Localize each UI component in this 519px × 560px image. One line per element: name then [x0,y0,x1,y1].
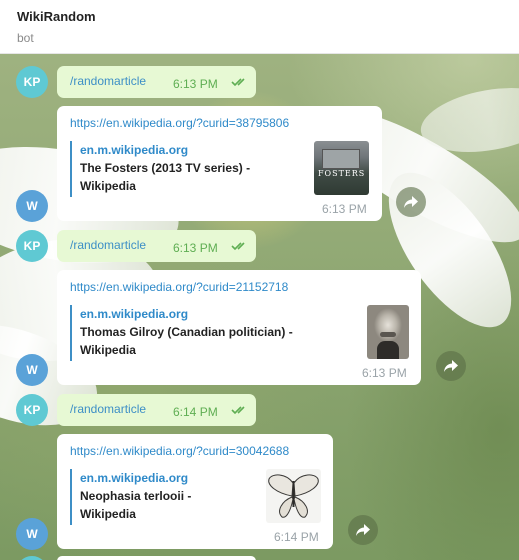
link-preview[interactable]: en.m.wikipedia.org Thomas Gilroy (Canadi… [70,305,293,361]
double-check-icon [231,406,245,415]
link-preview[interactable]: en.m.wikipedia.org Neophasia terlooii - … [70,469,191,525]
butterfly-image [268,474,319,518]
share-button[interactable] [348,515,378,545]
outgoing-message[interactable]: /randomarticle 6:14 PM [57,394,256,426]
preview-title-2: Wikipedia [80,343,136,357]
outgoing-message[interactable]: /randomarticle 6:13 PM [57,230,256,262]
share-icon [444,360,458,372]
command-link[interactable]: /randomarticle [70,238,146,252]
message-time: 6:14 PM [274,530,319,544]
preview-title: The Fosters (2013 TV series) - [80,161,251,175]
preview-title-2: Wikipedia [80,179,136,193]
chat-header[interactable]: WikiRandom bot [0,0,519,54]
double-check-icon [231,242,245,251]
thumbnail-caption: FOSTERS [318,169,366,178]
bot-avatar[interactable]: W [16,190,48,222]
preview-title: Thomas Gilroy (Canadian politician) - [80,325,293,339]
article-thumbnail[interactable] [367,305,409,359]
user-avatar[interactable]: KP [16,394,48,426]
article-thumbnail[interactable]: FOSTERS [314,141,369,195]
bot-avatar[interactable]: W [16,354,48,386]
preview-site: en.m.wikipedia.org [80,471,189,485]
incoming-message[interactable]: https://en.wikipedia.org/?curid=30042688… [57,434,333,549]
share-button[interactable] [396,187,426,217]
share-button[interactable] [436,351,466,381]
command-link[interactable]: /randomarticle [70,402,146,416]
incoming-message[interactable]: https://en.wikipedia.org/?curid=21152718… [57,270,421,385]
user-avatar[interactable]: KP [16,66,48,98]
preview-site: en.m.wikipedia.org [80,143,189,157]
preview-title: Neophasia terlooii - [80,489,192,503]
article-link[interactable]: https://en.wikipedia.org/?curid=38795806 [70,116,289,130]
message-time: 6:13 PM [322,202,367,216]
double-check-icon [231,78,245,87]
share-icon [356,524,370,536]
chat-subtitle: bot [17,31,34,45]
preview-site: en.m.wikipedia.org [80,307,189,321]
message-partial[interactable] [57,556,256,560]
message-time: 6:13 PM [173,241,218,255]
article-link[interactable]: https://en.wikipedia.org/?curid=21152718 [70,280,288,294]
article-thumbnail[interactable] [266,469,321,523]
user-avatar[interactable]: KP [16,230,48,262]
article-link[interactable]: https://en.wikipedia.org/?curid=30042688 [70,444,289,458]
message-time: 6:14 PM [173,405,218,419]
command-link[interactable]: /randomarticle [70,74,146,88]
outgoing-message[interactable]: /randomarticle 6:13 PM [57,66,256,98]
chat-title: WikiRandom [17,9,96,24]
bot-avatar[interactable]: W [16,518,48,550]
message-time: 6:13 PM [362,366,407,380]
incoming-message[interactable]: https://en.wikipedia.org/?curid=38795806… [57,106,382,221]
link-preview[interactable]: en.m.wikipedia.org The Fosters (2013 TV … [70,141,250,197]
share-icon [404,196,418,208]
preview-title-2: Wikipedia [80,507,136,521]
message-time: 6:13 PM [173,77,218,91]
